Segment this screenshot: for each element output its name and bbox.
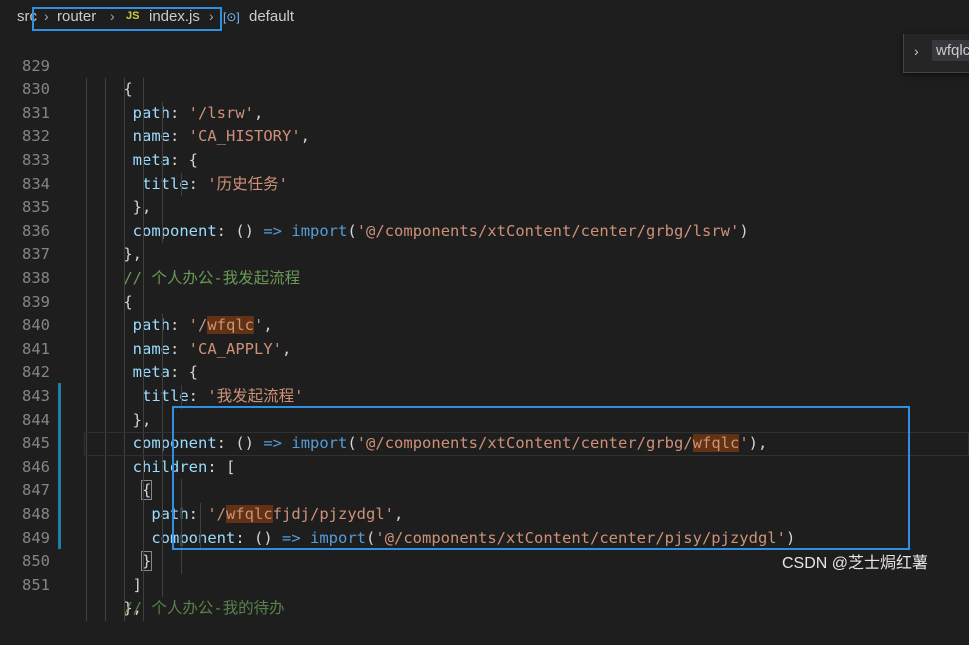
code-line[interactable]: 829 { (0, 31, 969, 102)
code-line[interactable]: 840 name: 'CA_APPLY', (0, 291, 969, 362)
code-line[interactable]: 842 title: '我发起流程' (0, 338, 969, 409)
code-line[interactable]: 832 meta: { (0, 102, 969, 173)
code-line[interactable]: 837 // 个人办公-我发起流程 (0, 220, 969, 291)
code-line[interactable]: 831 name: 'CA_HISTORY', (0, 78, 969, 149)
breadcrumb: src › router › JS index.js › [⊙] default (0, 0, 969, 34)
code-line[interactable]: 839 path: '/wfqlc', (0, 267, 969, 338)
code-line[interactable]: 835 component: () => import('@/component… (0, 173, 969, 244)
highlight-box-breadcrumb (32, 7, 222, 31)
code-line[interactable]: 841 meta: { (0, 314, 969, 385)
code-line[interactable]: // 个人办公-我的待办 (0, 574, 969, 621)
breadcrumb-item-symbol[interactable]: default (249, 8, 294, 25)
code-text: // 个人办公-我的待办 (86, 597, 285, 621)
code-line[interactable]: 836 }, (0, 196, 969, 267)
highlight-box-children (172, 406, 910, 550)
code-line[interactable]: 830 path: '/lsrw', (0, 55, 969, 126)
code-line[interactable]: 834 }, (0, 149, 969, 220)
code-editor[interactable]: 829 { 830 path: '/lsrw', 831 name: 'CA_H… (0, 31, 969, 621)
symbol-icon: [⊙] (223, 10, 240, 24)
watermark: CSDN @芝士焗红薯 (782, 555, 929, 572)
code-line[interactable]: 843 }, (0, 361, 969, 433)
code-line[interactable]: 838 { (0, 243, 969, 315)
code-line[interactable]: 833 title: '历史任务' (0, 125, 969, 197)
